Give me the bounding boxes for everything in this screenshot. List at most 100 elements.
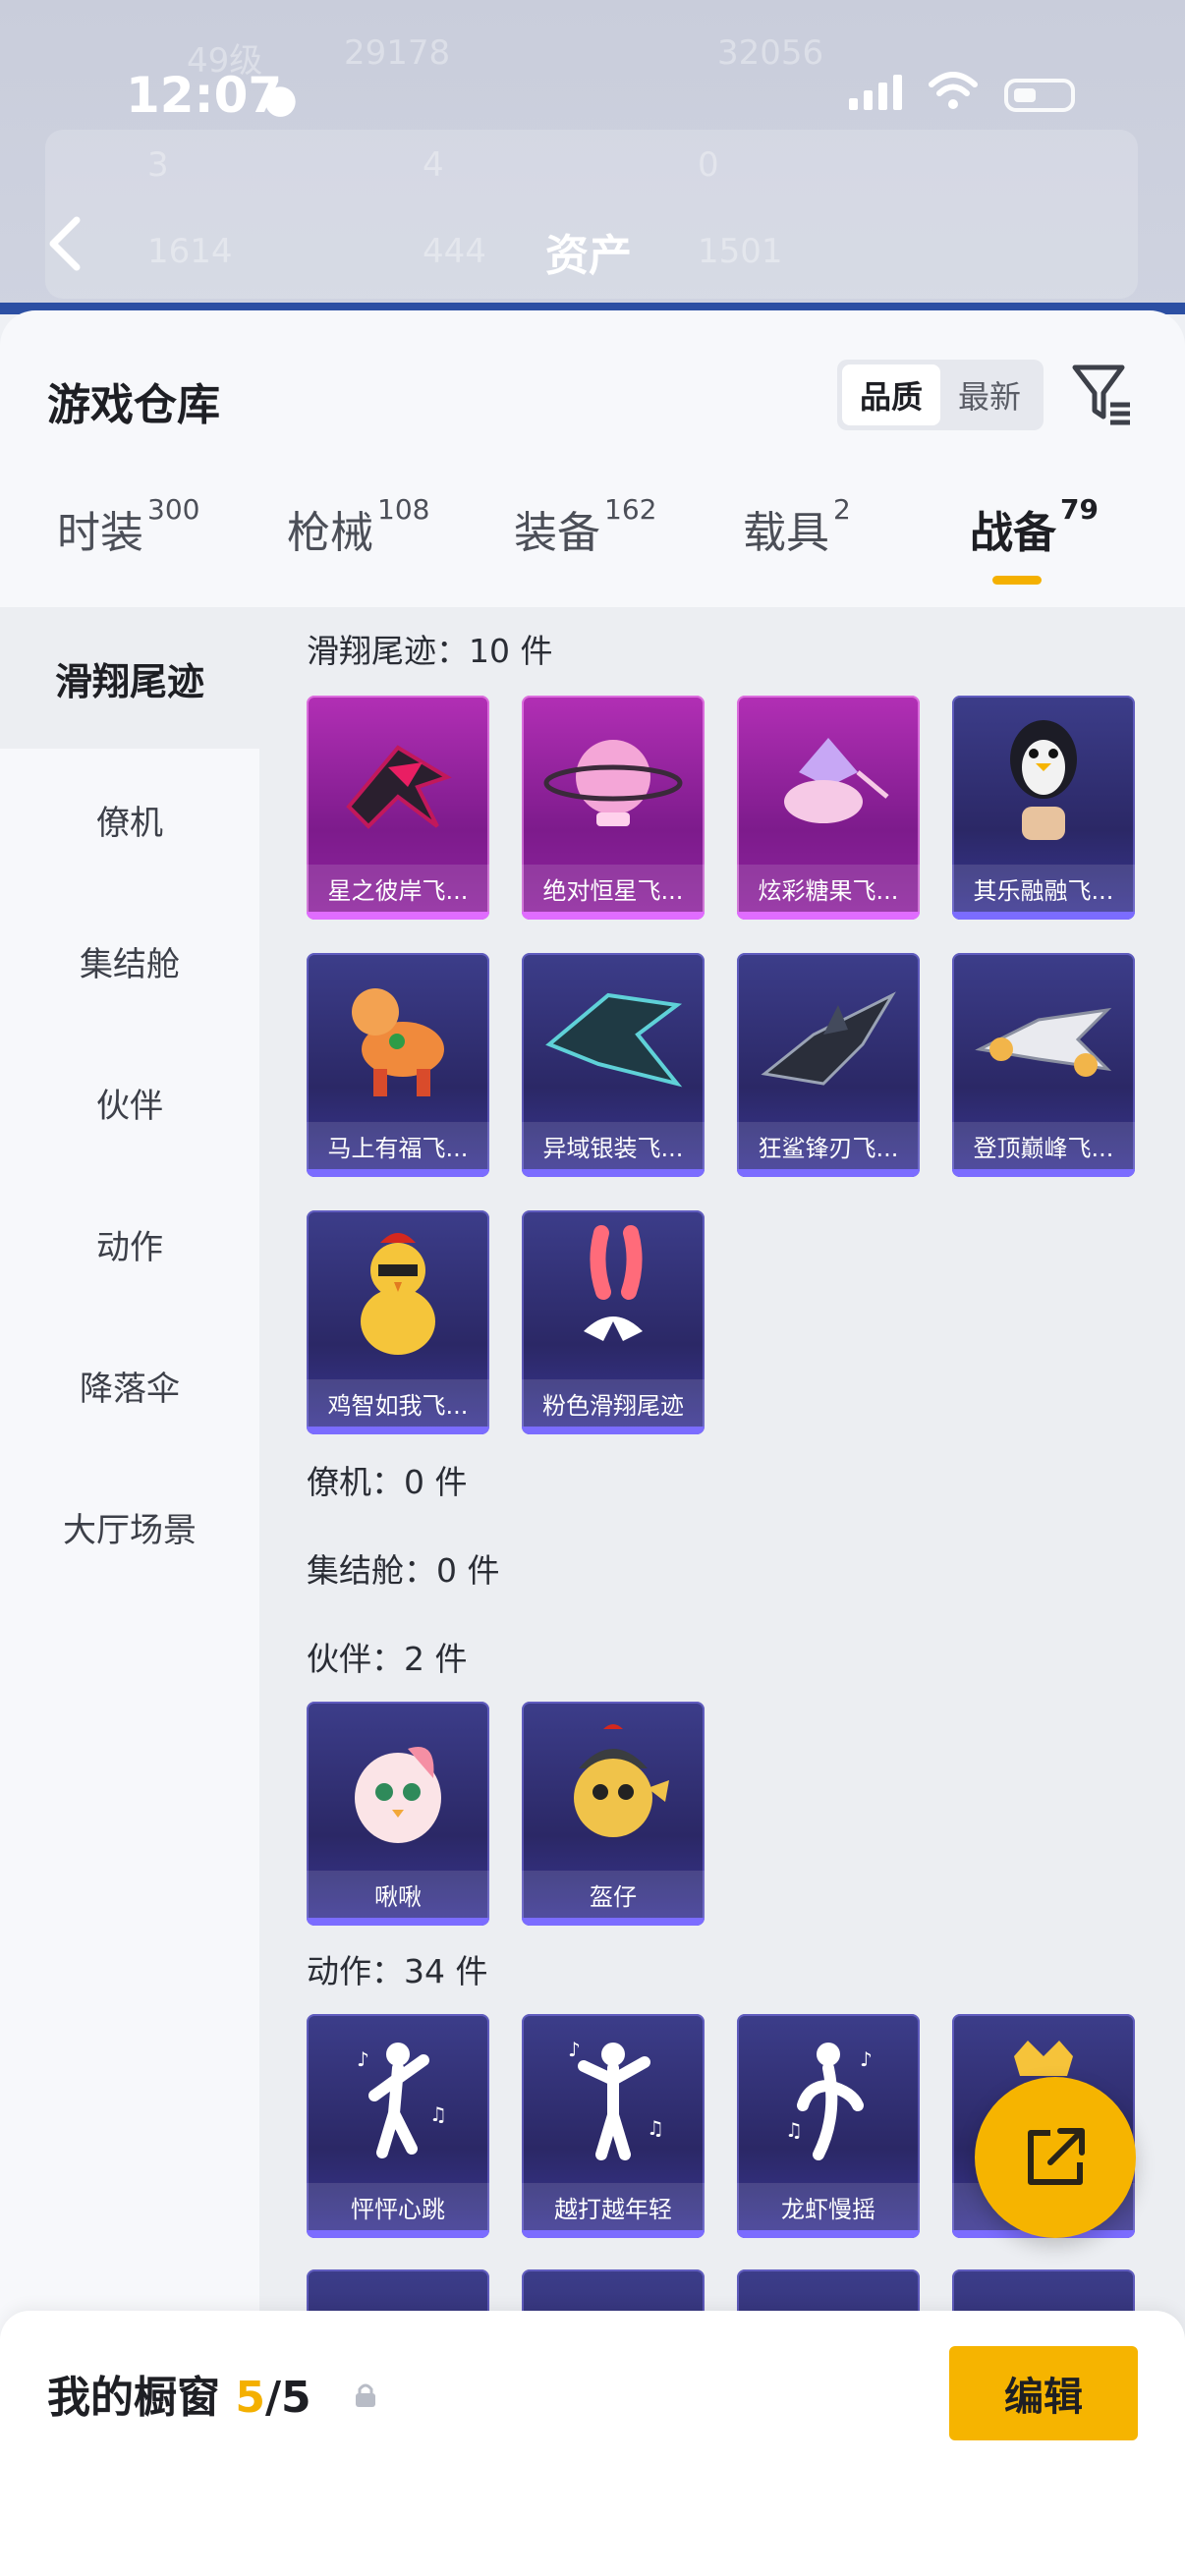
sort-newest-button[interactable]: 最新	[940, 364, 1039, 425]
item-card[interactable]: ♪ ♫ 怦怦心跳	[307, 2014, 489, 2238]
share-icon	[1028, 2128, 1085, 2185]
tab-count: 79	[1060, 493, 1099, 526]
tab-combat-gear[interactable]: 战备 79	[970, 493, 1099, 560]
rarity-bar	[737, 2230, 920, 2238]
section-title-glide: 滑翔尾迹：10 件	[307, 632, 553, 670]
category-sidebar: 滑翔尾迹 僚机 集结舱 伙伴 动作 降落伞 大厅场景	[0, 607, 259, 2576]
svg-text:♫: ♫	[647, 2116, 664, 2140]
signal-icon	[849, 75, 902, 110]
item-name: 龙虾慢摇	[737, 2183, 920, 2230]
bg-stat-8: 1501	[698, 232, 783, 271]
rarity-bar	[522, 912, 705, 920]
item-name: 鸡智如我飞...	[307, 1379, 489, 1427]
showcase-title: 我的橱窗 5/5	[47, 2362, 311, 2425]
rarity-bar	[952, 1169, 1135, 1177]
item-name: 盔仔	[522, 1871, 705, 1918]
dance-pose-icon: ♪ ♫	[737, 2014, 920, 2187]
filter-icon[interactable]	[1071, 362, 1134, 426]
item-name: 越打越年轻	[522, 2183, 705, 2230]
rarity-bar	[737, 912, 920, 920]
item-name: 异域银装飞...	[522, 1122, 705, 1169]
edit-button[interactable]: 编辑	[949, 2346, 1138, 2440]
penguin-balloon-icon	[952, 696, 1135, 868]
pink-bird-icon	[307, 1702, 489, 1875]
sidebar-item-parachute[interactable]: 降落伞	[0, 1315, 259, 1456]
item-name: 绝对恒星飞...	[522, 865, 705, 912]
tab-count: 108	[377, 493, 430, 526]
item-card[interactable]: ♪ ♫ 越打越年轻	[522, 2014, 705, 2238]
item-card[interactable]: 异域银装飞...	[522, 953, 705, 1177]
item-card[interactable]: 绝对恒星飞...	[522, 696, 705, 920]
bg-stat-7: 444	[423, 232, 486, 271]
dance-pose-icon: ♪ ♫	[307, 2014, 489, 2187]
tab-fashion[interactable]: 时装 300	[57, 493, 199, 560]
showcase-total: 5	[281, 2373, 311, 2423]
rarity-bar	[522, 1918, 705, 1926]
tab-equipment[interactable]: 装备 162	[514, 493, 656, 560]
body-area: 滑翔尾迹 僚机 集结舱 伙伴 动作 降落伞 大厅场景 滑翔尾迹：10 件 星之彼…	[0, 607, 1185, 2576]
bg-stat-3: 3	[147, 145, 169, 185]
svg-text:♫: ♫	[429, 2102, 447, 2126]
bg-stat-6: 1614	[147, 232, 233, 271]
share-button[interactable]	[975, 2077, 1136, 2238]
rarity-bar	[522, 1169, 705, 1177]
battery-icon	[1004, 79, 1075, 112]
section-title-companion: 伙伴：2 件	[307, 1640, 468, 1678]
status-time: 12:07	[126, 67, 283, 124]
item-card[interactable]: 炫彩糖果飞...	[737, 696, 920, 920]
sheet-title: 游戏仓库	[47, 380, 220, 430]
rarity-bar	[307, 2230, 489, 2238]
horse-toy-icon	[307, 953, 489, 1126]
item-name: 怦怦心跳	[307, 2183, 489, 2230]
section-title-pod: 集结舱：0 件	[307, 1551, 500, 1590]
paw-icon: ●	[263, 77, 298, 122]
item-card[interactable]: 盔仔	[522, 1702, 705, 1926]
item-card[interactable]: 星之彼岸飞...	[307, 696, 489, 920]
rarity-bar	[307, 1427, 489, 1434]
pink-smoke-trail-icon	[522, 1210, 705, 1383]
teal-ship-icon	[522, 953, 705, 1126]
sidebar-item-wingman[interactable]: 僚机	[0, 749, 259, 890]
rarity-bar	[737, 1169, 920, 1177]
sidebar-item-glide-trail[interactable]: 滑翔尾迹	[0, 607, 259, 749]
tab-count: 300	[147, 493, 200, 526]
sidebar-item-lobby-scene[interactable]: 大厅场景	[0, 1456, 259, 1597]
tab-firearms[interactable]: 枪械 108	[287, 493, 429, 560]
tab-vehicles[interactable]: 载具 2	[743, 493, 851, 560]
sidebar-item-emote[interactable]: 动作	[0, 1173, 259, 1315]
helmet-chick-icon	[522, 1702, 705, 1875]
item-card[interactable]: 鸡智如我飞...	[307, 1210, 489, 1434]
bg-stat-4: 4	[423, 145, 444, 185]
svg-text:♫: ♫	[785, 2118, 803, 2142]
item-card[interactable]: 狂鲨锋刃飞...	[737, 953, 920, 1177]
rarity-bar	[307, 1918, 489, 1926]
bg-stat-5: 0	[698, 145, 719, 185]
showcase-separator: /	[264, 2373, 282, 2423]
back-arrow-icon[interactable]	[45, 214, 85, 273]
item-card[interactable]: ♪ ♫ 龙虾慢摇	[737, 2014, 920, 2238]
sort-quality-button[interactable]: 品质	[842, 364, 940, 425]
pink-planet-icon	[522, 696, 705, 868]
section-title-wingman: 僚机：0 件	[307, 1463, 468, 1501]
wifi-icon	[929, 72, 978, 109]
rarity-bar	[952, 912, 1135, 920]
item-card[interactable]: 马上有福飞...	[307, 953, 489, 1177]
item-card[interactable]: 其乐融融飞...	[952, 696, 1135, 920]
svg-text:♪: ♪	[860, 2047, 873, 2071]
item-card[interactable]: 登顶巅峰飞...	[952, 953, 1135, 1177]
section-title-emote: 动作：34 件	[307, 1952, 488, 1990]
background-page: 49级 29178 32056 3 4 0 1614 444 1501 12:0…	[0, 0, 1185, 314]
tab-label: 时装	[57, 508, 143, 558]
active-tab-indicator	[992, 576, 1042, 585]
showcase-bar: 我的橱窗 5/5 编辑	[0, 2311, 1185, 2576]
background-page-title: 资产	[545, 231, 632, 281]
status-bar: 12:07 ●	[0, 59, 1185, 138]
item-card[interactable]: 粉色滑翔尾迹	[522, 1210, 705, 1434]
item-card[interactable]: 啾啾	[307, 1702, 489, 1926]
dark-wing-ship-icon	[307, 696, 489, 868]
sidebar-item-companion[interactable]: 伙伴	[0, 1032, 259, 1173]
sidebar-item-rally-pod[interactable]: 集结舱	[0, 890, 259, 1032]
svg-text:♪: ♪	[357, 2047, 369, 2071]
item-name: 炫彩糖果飞...	[737, 865, 920, 912]
tab-count: 2	[833, 493, 851, 526]
